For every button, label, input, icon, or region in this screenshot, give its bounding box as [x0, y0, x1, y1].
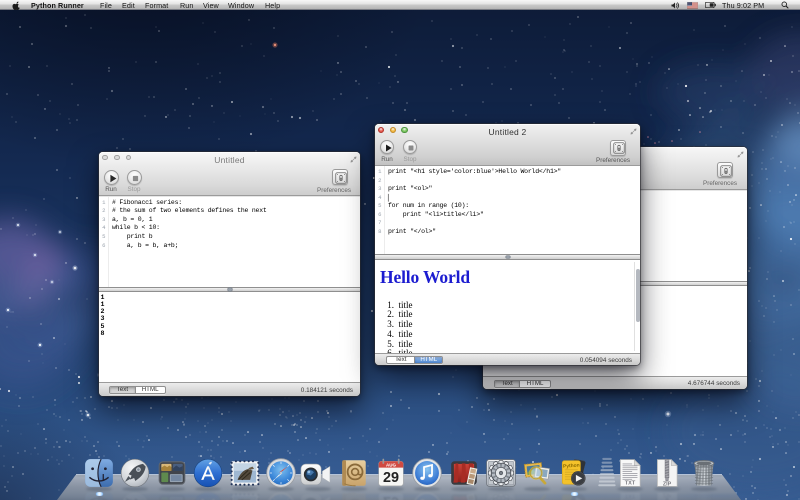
- svg-text:Python: Python: [562, 463, 579, 470]
- svg-text:AUG: AUG: [386, 462, 396, 467]
- svg-text:29: 29: [383, 493, 399, 500]
- svg-text:ZIP: ZIP: [662, 492, 671, 498]
- svg-text:TXT: TXT: [625, 492, 636, 498]
- svg-text:ZIP: ZIP: [662, 481, 671, 487]
- svg-text:29: 29: [383, 470, 399, 486]
- svg-text:TXT: TXT: [625, 481, 636, 487]
